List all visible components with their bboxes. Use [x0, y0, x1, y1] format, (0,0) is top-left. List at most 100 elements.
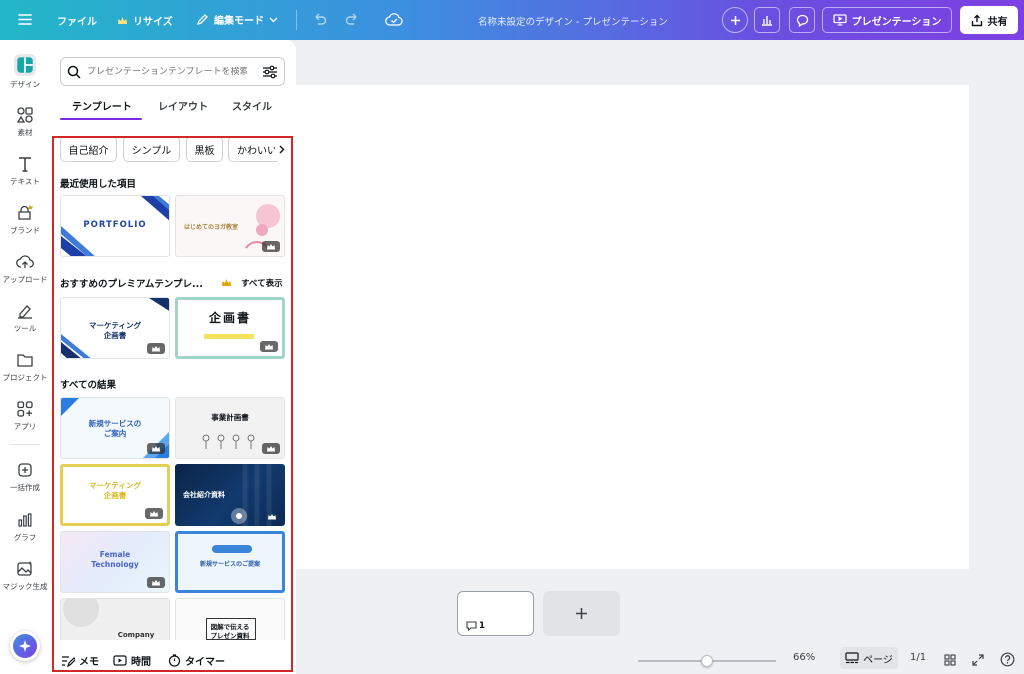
tab-templates[interactable]: テンプレート — [72, 98, 132, 113]
template-thumb-yoga[interactable]: はじめてのヨガ教室 — [175, 195, 285, 257]
pen-icon — [16, 302, 34, 320]
zoom-slider-thumb[interactable] — [701, 655, 713, 667]
chip-blackboard[interactable]: 黒板 — [186, 136, 223, 162]
fullscreen-icon[interactable] — [972, 654, 984, 666]
timer-icon — [168, 654, 181, 667]
sidebar-label: ツール — [13, 324, 37, 333]
sidebar-item-magic[interactable]: マジック生成 — [0, 560, 50, 592]
play-icon — [113, 655, 127, 666]
chip-self-intro[interactable]: 自己紹介 — [60, 136, 117, 162]
comments-button[interactable] — [789, 7, 815, 33]
folder-icon — [16, 351, 34, 369]
magic-assistant-button[interactable] — [10, 631, 40, 661]
sidebar-item-graph[interactable]: グラフ — [0, 511, 50, 543]
see-all-link[interactable]: すべて表示 — [241, 277, 283, 289]
template-thumb-company[interactable]: Company — [60, 598, 170, 640]
resize-button[interactable]: リサイズ — [117, 13, 173, 28]
apps-icon — [16, 400, 34, 418]
sidebar-item-projects[interactable]: プロジェクト — [0, 351, 50, 383]
sidebar-item-design[interactable]: デザイン — [0, 54, 50, 90]
edit-mode-dropdown[interactable]: 編集モード — [196, 12, 278, 27]
edit-mode-label: 編集モード — [214, 16, 264, 27]
timer-label: タイマー — [185, 657, 225, 668]
undo-icon[interactable] — [312, 13, 327, 26]
template-thumb-zukai[interactable]: 図解で伝える プレゼン資料 — [175, 598, 285, 640]
page-thumbnail[interactable]: 1 — [457, 591, 534, 636]
sidebar-item-draw[interactable]: ツール — [0, 302, 50, 334]
sidebar-item-brand[interactable]: ブランド — [0, 204, 50, 236]
chip-simple[interactable]: シンプル — [123, 136, 180, 162]
template-search-box[interactable] — [60, 57, 285, 86]
plus-icon — [730, 15, 741, 26]
premium-badge — [263, 511, 281, 522]
premium-badge — [262, 443, 280, 454]
redo-icon[interactable] — [345, 13, 360, 26]
sidebar-label: プロジェクト — [2, 373, 48, 382]
premium-badge — [147, 577, 165, 588]
template-thumb-business-plan[interactable]: 事業計画書 — [175, 397, 285, 459]
template-thumb-marketing-yellow[interactable]: マーケティング 企画書 — [60, 464, 170, 526]
page-number: 1 — [479, 621, 485, 631]
share-icon — [971, 14, 983, 27]
sidebar-label: アプリ — [13, 422, 37, 431]
elements-icon — [16, 106, 34, 124]
filter-icon[interactable] — [262, 65, 278, 79]
template-thumb-new-service[interactable]: 新規サービスの ご案内 — [60, 397, 170, 459]
sidebar-item-elements[interactable]: 素材 — [0, 106, 50, 138]
pages-icon — [845, 652, 859, 664]
add-collaborator-button[interactable] — [722, 7, 748, 33]
yellow-highlight-bar — [204, 334, 254, 339]
graph-icon — [16, 511, 34, 529]
insights-button[interactable] — [754, 7, 780, 33]
tab-layout[interactable]: レイアウト — [158, 98, 208, 113]
page-count: 1/1 — [910, 652, 927, 663]
cloud-saved-icon[interactable] — [385, 12, 403, 27]
pencil-icon — [196, 13, 209, 26]
help-icon[interactable] — [1000, 652, 1015, 667]
share-label: 共有 — [987, 16, 1008, 28]
sidebar-label: ブランド — [10, 226, 40, 235]
chip-cute[interactable]: かわいい — [228, 136, 278, 162]
add-page-button[interactable] — [543, 591, 620, 636]
present-button[interactable]: プレゼンテーション — [822, 7, 952, 33]
premium-badge — [260, 341, 278, 352]
sidebar-item-upload[interactable]: アップロード — [0, 253, 50, 285]
template-thumb-portfolio[interactable]: PORTFOLIO — [60, 195, 170, 257]
zoom-level[interactable]: 66% — [793, 652, 815, 663]
present-label: プレゼンテーション — [851, 16, 942, 28]
timing-label: 時間 — [131, 657, 151, 668]
template-thumb-female-technology[interactable]: Female Technology — [60, 531, 170, 593]
timer-button[interactable]: タイマー — [168, 653, 225, 668]
chevron-right-icon[interactable] — [275, 141, 289, 157]
template-search-input[interactable] — [87, 66, 247, 77]
thumb-subtitle: 企画書 — [103, 491, 127, 500]
sidebar-item-text[interactable]: テキスト — [0, 155, 50, 187]
sidebar-item-bulk-create[interactable]: 一括作成 — [0, 461, 50, 493]
sidebar-item-apps[interactable]: アプリ — [0, 400, 50, 432]
timing-button[interactable]: 時間 — [113, 653, 151, 668]
template-thumb-company-profile[interactable]: 会社紹介資料 — [175, 464, 285, 526]
premium-section-title: おすすめのプレミアムテンプレ... — [60, 279, 203, 290]
pages-toggle-button[interactable]: ページ — [840, 647, 898, 669]
file-menu-button[interactable]: ファイル — [57, 13, 97, 28]
share-button[interactable]: 共有 — [960, 6, 1018, 34]
thumb-subtitle: 企画書 — [103, 331, 127, 340]
thumb-title: Company — [117, 631, 155, 639]
blue-pill-graphic — [212, 545, 252, 553]
document-title[interactable]: 名称未設定のデザイン - プレゼンテーション — [478, 14, 668, 28]
thumb-title: 新規サービスのご提案 — [199, 561, 260, 568]
menu-icon[interactable] — [18, 13, 32, 26]
tab-style[interactable]: スタイル — [232, 98, 272, 113]
template-thumb-kikakusho[interactable]: 企画書 — [175, 297, 285, 359]
text-icon — [16, 155, 34, 173]
comment-icon — [796, 14, 809, 27]
zoom-slider-track[interactable] — [638, 655, 776, 667]
thumb-title: 会社紹介資料 — [183, 491, 225, 499]
template-thumb-new-service-proposal[interactable]: 新規サービスのご提案 — [175, 531, 285, 593]
template-thumb-marketing-plan[interactable]: マーケティング 企画書 — [60, 297, 170, 359]
grid-view-icon[interactable] — [944, 654, 956, 666]
bar-chart-icon — [761, 14, 773, 26]
design-canvas[interactable] — [296, 85, 969, 569]
notes-button[interactable]: メモ — [61, 653, 99, 668]
recent-section-title: 最近使用した項目 — [60, 179, 137, 190]
